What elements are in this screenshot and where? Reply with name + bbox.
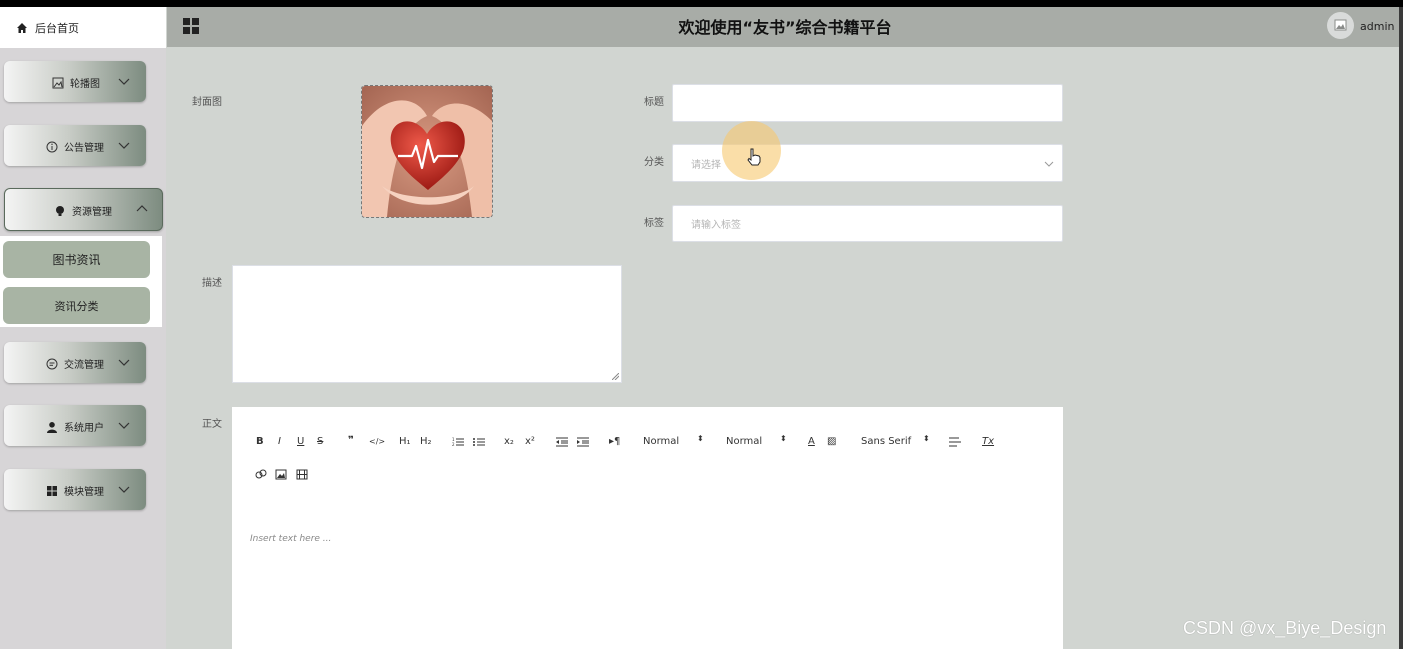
- menu-label: 资源管理: [72, 207, 112, 218]
- resize-handle-icon[interactable]: [612, 373, 619, 380]
- menu-label: 交流管理: [64, 360, 104, 371]
- description-label: 描述: [202, 278, 222, 289]
- code-block-icon[interactable]: </>: [369, 437, 385, 446]
- outdent-icon[interactable]: [556, 437, 568, 447]
- svg-text:2: 2: [452, 442, 455, 447]
- menu-notice[interactable]: 公告管理: [4, 125, 146, 166]
- hand-pointer-icon: [747, 148, 761, 166]
- menu-label: 公告管理: [64, 143, 104, 154]
- avatar[interactable]: [1327, 12, 1354, 39]
- align-icon[interactable]: [949, 437, 961, 447]
- chevron-up-icon: [136, 205, 148, 212]
- editor-placeholder: Insert text here ...: [250, 534, 332, 544]
- heading2-icon[interactable]: H₂: [420, 436, 432, 447]
- blockquote-icon[interactable]: ❞: [348, 435, 354, 446]
- home-tab[interactable]: 后台首页: [0, 7, 166, 48]
- chevron-down-icon: [118, 359, 130, 366]
- menu-exchange[interactable]: 交流管理: [4, 342, 146, 383]
- category-label: 分类: [644, 157, 664, 168]
- select-arrows-icon: ⬍: [923, 434, 930, 443]
- avatar-image-icon: [1334, 19, 1347, 31]
- username[interactable]: admin: [1360, 20, 1394, 33]
- chevron-down-icon: [118, 142, 130, 149]
- video-icon[interactable]: [296, 469, 308, 480]
- body-label: 正文: [202, 419, 222, 430]
- cover-label: 封面图: [192, 97, 222, 108]
- menu-resources[interactable]: 资源管理: [4, 188, 163, 231]
- text-direction-icon[interactable]: ▸¶: [609, 436, 620, 447]
- header-select[interactable]: Normal: [643, 436, 679, 447]
- link-icon[interactable]: [255, 469, 267, 480]
- italic-icon[interactable]: I: [278, 436, 281, 447]
- clear-format-icon[interactable]: Tx: [982, 436, 994, 447]
- ordered-list-icon[interactable]: 12: [452, 437, 464, 447]
- info-icon: [46, 141, 58, 152]
- chevron-down-icon: [118, 486, 130, 493]
- cover-upload[interactable]: [361, 85, 493, 218]
- underline-icon[interactable]: U: [297, 436, 304, 447]
- category-placeholder: 请选择: [691, 159, 721, 171]
- menu-system-users[interactable]: 系统用户: [4, 405, 146, 446]
- chevron-down-icon: [118, 78, 130, 85]
- bullet-list-icon[interactable]: [473, 437, 485, 447]
- strike-icon[interactable]: S: [317, 436, 323, 447]
- indent-icon[interactable]: [577, 437, 589, 447]
- right-edge: [1399, 7, 1403, 649]
- menu-label: 模块管理: [64, 487, 104, 498]
- select-arrows-icon: ⬍: [697, 434, 704, 443]
- menu-label: 轮播图: [70, 79, 100, 90]
- subscript-icon[interactable]: x₂: [504, 436, 514, 447]
- font-select[interactable]: Sans Serif: [861, 436, 911, 447]
- superscript-icon[interactable]: x²: [525, 436, 535, 447]
- cover-image: [362, 86, 492, 217]
- select-arrows-icon: ⬍: [780, 434, 787, 443]
- top-strip: [0, 0, 1403, 7]
- user-icon: [47, 421, 57, 433]
- grid-icon: [47, 485, 57, 496]
- home-icon: [17, 22, 27, 33]
- menu-label: 系统用户: [64, 423, 104, 434]
- description-textarea[interactable]: [232, 265, 622, 383]
- bulb-icon: [56, 205, 64, 216]
- chat-icon: [46, 358, 58, 369]
- tags-label: 标签: [644, 218, 664, 229]
- image-icon: [52, 77, 64, 88]
- heading1-icon[interactable]: H₁: [399, 436, 411, 447]
- title-input[interactable]: [672, 84, 1063, 122]
- text-color-icon[interactable]: A: [808, 436, 815, 447]
- bold-icon[interactable]: B: [256, 436, 264, 447]
- submenu-news-category[interactable]: 资讯分类: [3, 287, 150, 324]
- title-label: 标题: [644, 97, 664, 108]
- menu-carousel[interactable]: 轮播图: [4, 61, 146, 102]
- background-color-icon[interactable]: ▨: [827, 436, 836, 447]
- tags-input[interactable]: 请输入标签: [672, 205, 1063, 242]
- submenu-book-news[interactable]: 图书资讯: [3, 241, 150, 278]
- chevron-down-icon: [118, 422, 130, 429]
- size-select[interactable]: Normal: [726, 436, 762, 447]
- watermark: CSDN @vx_Biye_Design: [1183, 618, 1387, 638]
- menu-modules[interactable]: 模块管理: [4, 469, 146, 510]
- grid-menu-icon[interactable]: [183, 18, 199, 34]
- chevron-down-icon: [1044, 161, 1054, 167]
- page-title: 欢迎使用“友书”综合书籍平台: [678, 18, 892, 37]
- image-insert-icon[interactable]: [275, 469, 287, 480]
- home-label: 后台首页: [35, 21, 79, 35]
